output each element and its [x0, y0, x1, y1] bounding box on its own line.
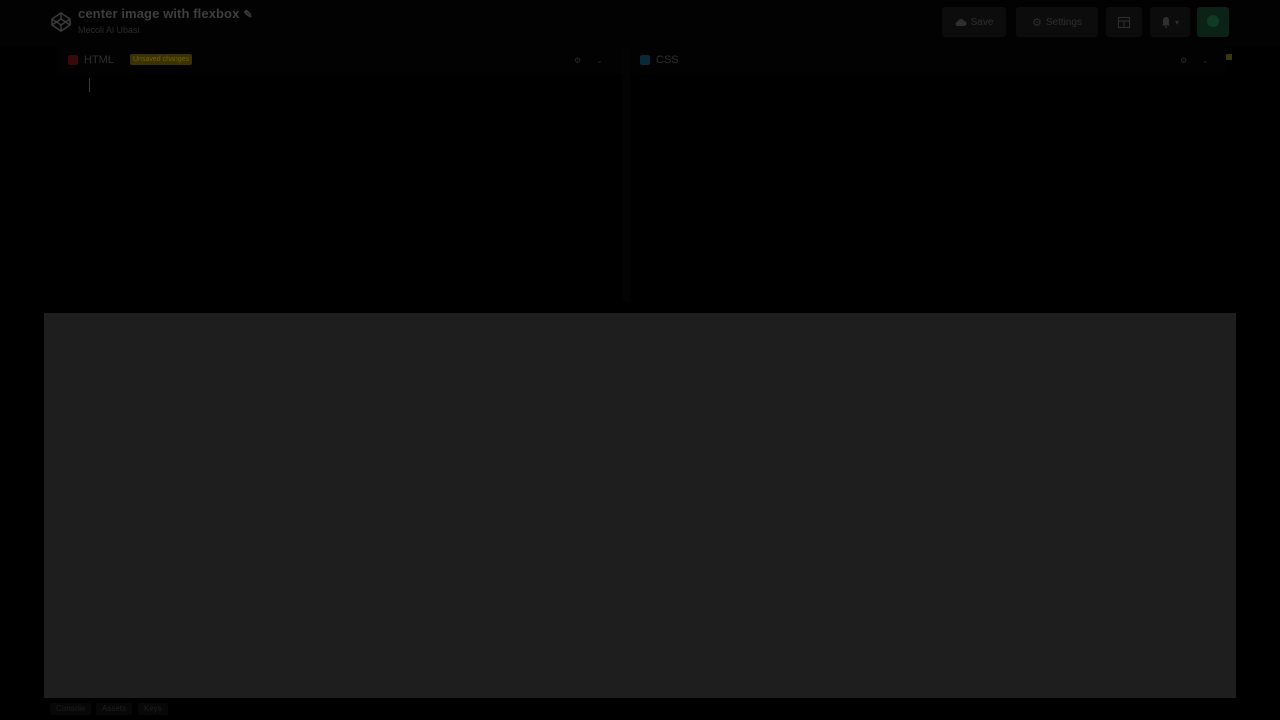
keys-button[interactable]: Keys [138, 703, 168, 715]
css-code-area[interactable] [630, 74, 1226, 302]
html-editor-pane: HTML Unsaved changes ⚙ ⌄ [58, 46, 622, 302]
css-editor-pane: CSS ⚙ ⌄ [630, 46, 1226, 302]
css-icon [640, 55, 650, 65]
author-name[interactable]: Mecoli Al Ubasi [78, 25, 140, 35]
settings-button[interactable]: ⚙ Settings [1016, 7, 1098, 37]
html-collapse-chevron-icon[interactable]: ⌄ [596, 56, 603, 65]
pen-title[interactable]: center image with flexbox ✎ [78, 6, 253, 21]
unsaved-changes-badge[interactable]: Unsaved changes [130, 54, 193, 65]
pen-title-text[interactable]: center image with flexbox [78, 6, 239, 21]
top-bar: center image with flexbox ✎ Mecoli Al Uba… [0, 0, 1280, 46]
css-editor-header: CSS ⚙ ⌄ [630, 46, 1226, 74]
gear-icon: ⚙ [1031, 16, 1042, 29]
footer-bar: Console Assets Keys [0, 698, 1280, 720]
save-button[interactable]: Save [942, 7, 1006, 37]
avatar[interactable] [1197, 7, 1229, 37]
html-editor-header: HTML Unsaved changes ⚙ ⌄ [58, 46, 622, 74]
cloud-icon [955, 18, 967, 26]
assets-button[interactable]: Assets [96, 703, 133, 715]
codepen-logo-icon[interactable] [50, 11, 72, 33]
bell-icon [1161, 17, 1170, 28]
editor-corner-marker [1226, 54, 1232, 60]
html-editor-label: HTML [84, 54, 114, 66]
settings-label: Settings [1045, 16, 1082, 28]
html-code-area[interactable] [58, 74, 622, 302]
html-settings-icon[interactable]: ⚙ [574, 56, 581, 65]
pencil-icon[interactable]: ✎ [243, 9, 252, 21]
editor-resize-handle[interactable] [622, 46, 630, 302]
layout-button[interactable] [1106, 7, 1142, 37]
css-editor-label: CSS [656, 54, 679, 66]
console-button[interactable]: Console [50, 703, 92, 715]
chevron-down-icon: ▾ [1174, 17, 1179, 27]
save-label: Save [970, 16, 994, 28]
notifications-button[interactable]: ▾ [1150, 7, 1190, 37]
css-collapse-chevron-icon[interactable]: ⌄ [1202, 56, 1209, 65]
preview-area[interactable] [44, 313, 1236, 698]
layout-icon [1118, 16, 1130, 28]
css-settings-icon[interactable]: ⚙ [1180, 56, 1187, 65]
text-cursor [89, 78, 90, 92]
html-icon [68, 55, 78, 65]
